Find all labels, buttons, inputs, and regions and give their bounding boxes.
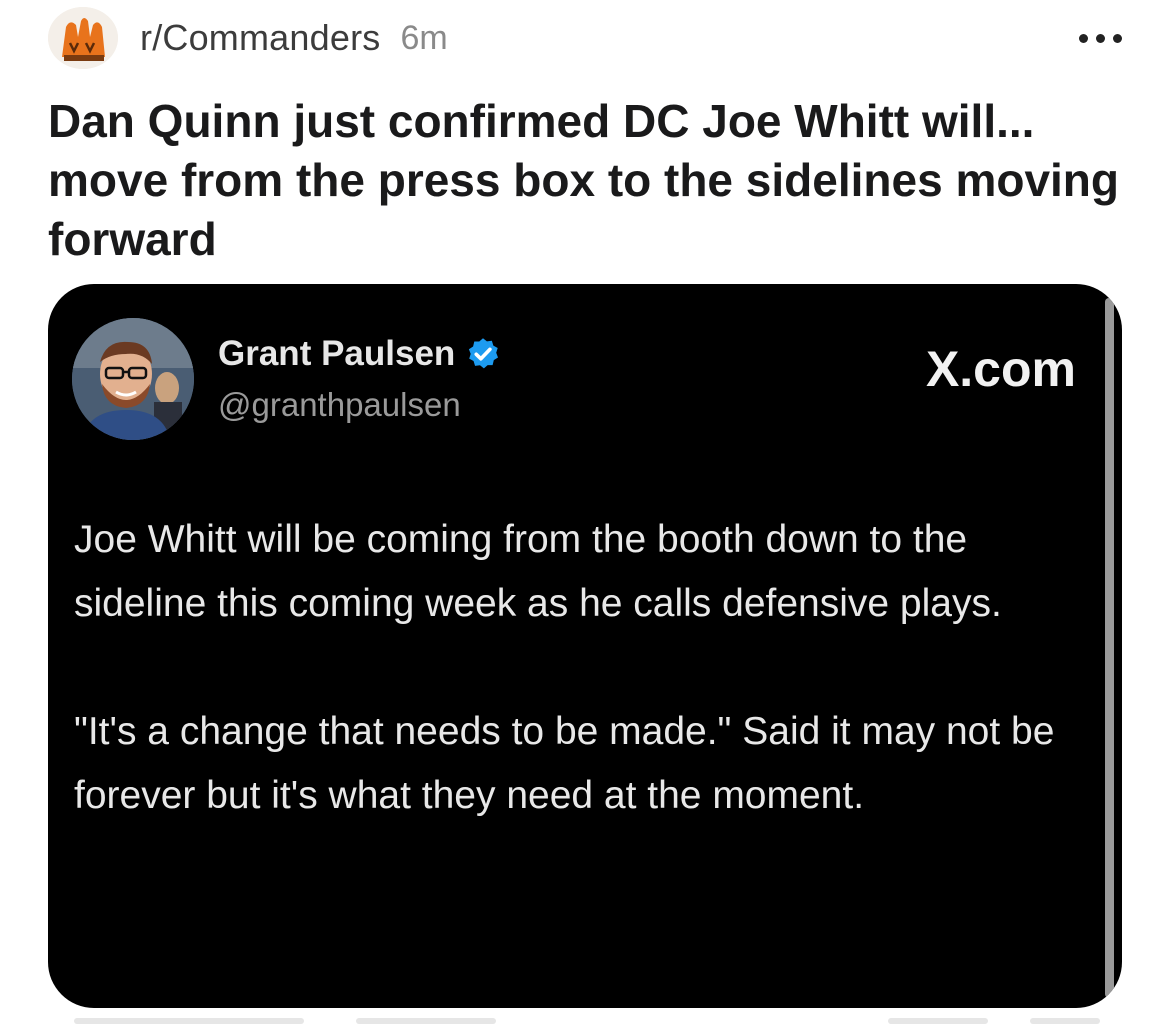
subreddit-name[interactable]: r/Commanders bbox=[140, 17, 380, 59]
hint-bar bbox=[1030, 1018, 1100, 1024]
tweet-author-name[interactable]: Grant Paulsen bbox=[218, 334, 501, 374]
subreddit-avatar-icon[interactable] bbox=[48, 7, 118, 69]
embedded-tweet-card[interactable]: Grant Paulsen @granthpaulsen X.com Joe W… bbox=[48, 284, 1122, 1008]
tweet-author-avatar bbox=[72, 318, 194, 440]
dot bbox=[1113, 33, 1122, 43]
verified-badge-icon bbox=[469, 338, 499, 369]
dot bbox=[1079, 33, 1088, 43]
tweet-paragraph: "It's a change that needs to be made." S… bbox=[74, 710, 1055, 817]
more-options-icon[interactable] bbox=[1079, 28, 1122, 48]
hint-bar bbox=[888, 1018, 988, 1024]
tweet-text: Joe Whitt will be coming from the booth … bbox=[74, 508, 1104, 828]
post-time: 6m bbox=[400, 18, 448, 57]
hint-bar bbox=[74, 1018, 304, 1024]
x-com-source-label[interactable]: X.com bbox=[926, 340, 1076, 398]
post-header: r/Commanders 6m bbox=[48, 7, 1122, 69]
author-name-text: Grant Paulsen bbox=[218, 334, 456, 373]
reddit-post: r/Commanders 6m Dan Quinn just confirmed… bbox=[0, 0, 1170, 1025]
tweet-author-handle[interactable]: @granthpaulsen bbox=[218, 386, 461, 424]
next-content-hint bbox=[0, 1016, 1170, 1025]
tweet-paragraph: Joe Whitt will be coming from the booth … bbox=[74, 518, 1002, 625]
dot bbox=[1096, 33, 1105, 43]
post-title[interactable]: Dan Quinn just confirmed DC Joe Whitt wi… bbox=[48, 92, 1128, 269]
hint-bar bbox=[356, 1018, 496, 1024]
card-scroll-edge bbox=[1105, 298, 1114, 998]
